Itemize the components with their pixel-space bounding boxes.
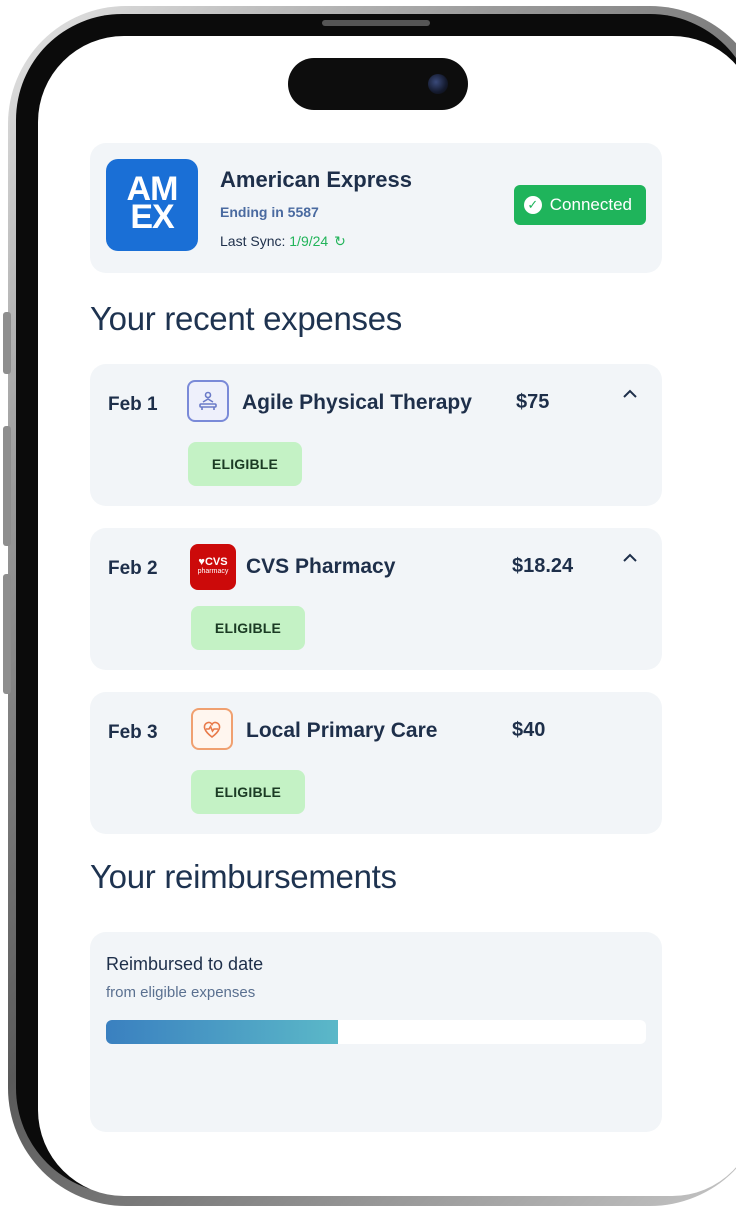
expense-date: Feb 1: [108, 394, 158, 415]
merchant-name: Local Primary Care: [246, 719, 438, 742]
eligible-badge: ELIGIBLE: [191, 770, 305, 814]
volume-up-button: [3, 426, 11, 546]
mute-switch: [3, 312, 11, 374]
card-ending: Ending in 5587: [220, 204, 319, 220]
expense-amount: $40: [512, 719, 546, 741]
last-sync-date: 1/9/24: [289, 233, 329, 249]
speaker-slit: [322, 20, 430, 26]
camera-icon: [428, 74, 448, 94]
refresh-icon[interactable]: ↻: [334, 233, 346, 249]
eligible-badge: ELIGIBLE: [188, 442, 302, 486]
expense-item[interactable]: Feb 2 ♥CVS pharmacy CVS Pharmacy $18.24 …: [90, 528, 662, 670]
reimbursed-card[interactable]: Reimbursed to date from eligible expense…: [90, 932, 662, 1132]
recent-expenses-title: Your recent expenses: [90, 300, 402, 337]
cvs-logo-subtext: pharmacy: [197, 568, 229, 575]
reimbursement-progress-fill: [106, 1020, 339, 1044]
cvs-pharmacy-logo: ♥CVS pharmacy: [190, 544, 236, 590]
last-sync-label: Last Sync:: [220, 233, 286, 249]
merchant-name: Agile Physical Therapy: [242, 391, 472, 414]
cvs-logo-text: ♥CVS: [198, 556, 228, 568]
merchant-name: CVS Pharmacy: [246, 555, 396, 578]
volume-down-button: [3, 574, 11, 694]
expense-date: Feb 3: [108, 722, 158, 743]
expense-date: Feb 2: [108, 558, 158, 579]
reimbursement-progress-bar: [106, 1020, 646, 1044]
check-circle-icon: ✓: [523, 196, 542, 214]
expense-item[interactable]: Feb 3 Local Primary Care $40 ELIGIBLE: [90, 692, 662, 834]
amex-logo: AM EX: [106, 159, 198, 251]
last-sync: Last Sync: 1/9/24 ↻: [220, 233, 346, 250]
reimbursements-title: Your reimbursements: [90, 858, 397, 895]
connected-status-badge: ✓ Connected: [513, 185, 646, 225]
dynamic-island: [288, 58, 468, 110]
heart-monitor-icon: [191, 708, 233, 750]
chevron-up-icon[interactable]: [620, 384, 640, 404]
eligible-badge: ELIGIBLE: [191, 606, 305, 650]
reimbursed-label: Reimbursed to date: [106, 954, 264, 974]
expense-amount: $75: [516, 391, 550, 413]
app-screen: AM EX American Express Ending in 5587 La…: [38, 36, 736, 1196]
reimbursed-subtitle: from eligible expenses: [106, 984, 256, 1001]
expense-item[interactable]: Feb 1 Agile Physical Therapy $75 ELIGIBL…: [90, 364, 662, 506]
bank-name: American Express: [220, 167, 412, 192]
connected-account-card[interactable]: AM EX American Express Ending in 5587 La…: [90, 143, 662, 273]
status-label: Connected: [549, 195, 632, 214]
expense-amount: $18.24: [512, 555, 574, 577]
chevron-up-icon[interactable]: [620, 548, 640, 568]
physical-therapy-icon: [187, 380, 229, 422]
